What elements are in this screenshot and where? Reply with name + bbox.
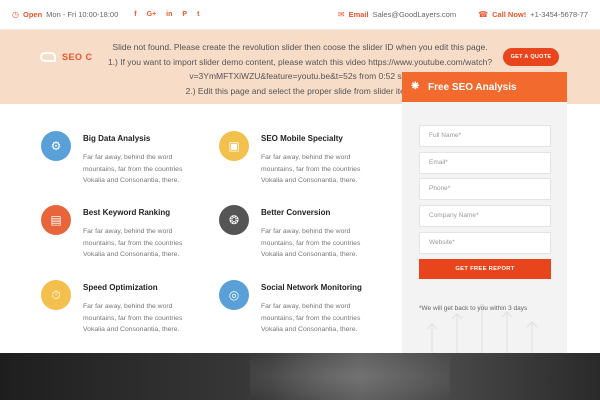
mobile-icon: ▣	[219, 131, 249, 161]
phone-number[interactable]: +1-3454-5678-77	[530, 10, 588, 19]
panel-title: Free SEO Analysis	[428, 81, 517, 93]
feature-title: Social Network Monitoring	[261, 283, 362, 292]
feature-desc: Far far away, behind the word mountains,…	[261, 303, 361, 333]
stopwatch-icon: ⏱	[41, 280, 71, 310]
phone-field[interactable]: Phone*	[419, 178, 551, 200]
email-label: Email	[348, 10, 369, 19]
seo-analysis-panel: ❋ Free SEO Analysis Full Name* Email* Ph…	[402, 72, 567, 353]
feature-title: Big Data Analysis	[83, 134, 151, 143]
feature-title: Speed Optimization	[83, 283, 158, 292]
phone-icon: ☎	[478, 10, 489, 19]
top-bar-right: ✉ Email Sales@GoodLayers.com ☎ Call Now!…	[338, 10, 588, 19]
top-bar-left: ◷ Open Mon - Fri 10:00-18:00 f G+ in P t	[12, 10, 199, 19]
pinterest-icon[interactable]: P	[182, 11, 187, 18]
facebook-icon[interactable]: f	[134, 11, 136, 18]
linkedin-icon[interactable]: in	[166, 11, 172, 18]
feature-desc: Far far away, behind the word mountains,…	[83, 154, 183, 184]
twitter-icon[interactable]: t	[197, 11, 199, 18]
call-label: Call Now!	[492, 10, 527, 19]
response-note: *We will get back to you within 3 days	[419, 305, 528, 312]
email-field[interactable]: Email*	[419, 152, 551, 174]
feature-title: Best Keyword Ranking	[83, 208, 171, 217]
website-field[interactable]: Website*	[419, 232, 551, 254]
data-icon: ⚙	[41, 131, 71, 161]
feature-title: SEO Mobile Specialty	[261, 134, 343, 143]
full-name-field[interactable]: Full Name*	[419, 125, 551, 147]
globe-icon: ◎	[219, 280, 249, 310]
company-name-field[interactable]: Company Name*	[419, 205, 551, 227]
google-plus-icon[interactable]: G+	[147, 11, 157, 18]
feature-desc: Far far away, behind the word mountains,…	[83, 228, 183, 258]
panel-header: ❋ Free SEO Analysis	[402, 72, 567, 102]
open-label: Open	[22, 10, 43, 19]
get-a-quote-button[interactable]: GET A QUOTE	[503, 48, 559, 66]
email-link[interactable]: Sales@GoodLayers.com	[373, 10, 457, 19]
feature-desc: Far far away, behind the word mountains,…	[83, 303, 183, 333]
get-free-report-button[interactable]: GET FREE REPORT	[419, 259, 551, 279]
bottom-dark-section	[0, 353, 600, 400]
conversion-icon: ❂	[219, 205, 249, 235]
social-links: f G+ in P t	[134, 11, 199, 18]
feature-desc: Far far away, behind the word mountains,…	[261, 154, 361, 184]
ranking-icon: ▤	[41, 205, 71, 235]
envelope-icon: ✉	[337, 10, 345, 19]
clock-icon: ◷	[12, 10, 19, 19]
feature-desc: Far far away, behind the word mountains,…	[261, 228, 361, 258]
gear-icon: ❋	[411, 81, 420, 92]
panel-background-arrows	[426, 303, 538, 353]
opening-hours: Mon - Fri 10:00-18:00	[46, 10, 119, 19]
top-bar: ◷ Open Mon - Fri 10:00-18:00 f G+ in P t…	[0, 0, 600, 30]
feature-title: Better Conversion	[261, 208, 331, 217]
